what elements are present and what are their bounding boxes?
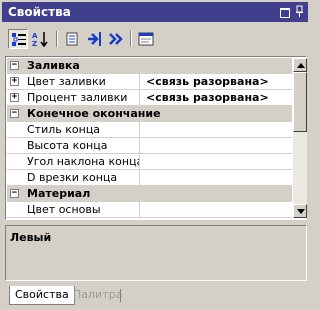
pin-icon[interactable] (293, 5, 306, 18)
category-label: Конечное окончание (27, 107, 161, 120)
category-row[interactable]: − Материал (7, 186, 292, 202)
property-name: Угол наклона конца (23, 154, 140, 169)
tab-palette[interactable]: Палитра (68, 286, 127, 304)
property-grid-rows: − Заливка + Цвет заливки <связь разорвана> + П… (7, 58, 292, 218)
property-name: Цвет заливки (23, 74, 140, 89)
panel-title: Свойства (8, 5, 71, 19)
toolbar: A Z (2, 23, 308, 53)
tab-separator (120, 289, 121, 302)
property-row[interactable]: D врезки конца (7, 170, 292, 186)
property-name: Цвет основы (23, 202, 140, 217)
property-value[interactable] (142, 138, 292, 153)
panel-title-bar[interactable]: Свойства (2, 2, 308, 22)
category-label: Заливка (27, 59, 80, 72)
scroll-thumb[interactable] (293, 72, 307, 132)
vertical-scrollbar[interactable] (293, 58, 307, 218)
category-row[interactable]: − Конечное окончание (7, 106, 292, 122)
property-value[interactable] (142, 122, 292, 137)
property-name: Процент заливки (23, 90, 140, 105)
property-row[interactable]: + Процент заливки <связь разорвана> (7, 90, 292, 106)
expand-plus-icon[interactable]: + (10, 93, 19, 102)
description-title: Левый (10, 231, 52, 244)
category-label: Материал (27, 187, 91, 200)
property-value[interactable] (142, 202, 292, 217)
svg-text:A: A (32, 32, 38, 40)
tab-properties[interactable]: Свойства (9, 286, 75, 305)
property-name: Высота конца (23, 138, 140, 153)
property-row[interactable]: + Цвет заливки <связь разорвана> (7, 74, 292, 90)
collapse-minus-icon[interactable]: − (10, 109, 19, 118)
toolbar-separator (56, 31, 58, 47)
property-value[interactable] (142, 154, 292, 169)
categorized-icon[interactable] (8, 29, 28, 49)
property-name: Стиль конца (23, 122, 140, 137)
category-row[interactable]: − Заливка (7, 58, 292, 74)
collapse-minus-icon[interactable]: − (10, 61, 19, 70)
property-value[interactable]: <связь разорвана> (142, 90, 292, 105)
property-name: D врезки конца (23, 170, 140, 185)
bottom-tabs: Свойства Палитра (5, 286, 307, 308)
scroll-down-button[interactable] (293, 204, 307, 218)
alphabetical-icon[interactable]: A Z (30, 29, 50, 49)
property-row[interactable]: Цвет основы (7, 202, 292, 218)
collapse-icon[interactable] (106, 29, 126, 49)
property-row[interactable]: Высота конца (7, 138, 292, 154)
property-value[interactable] (142, 170, 292, 185)
property-row[interactable]: Стиль конца (7, 122, 292, 138)
description-pane: Левый (5, 225, 307, 281)
property-row[interactable]: Угол наклона конца (7, 154, 292, 170)
scroll-up-button[interactable] (293, 58, 307, 72)
property-grid: − Заливка + Цвет заливки <связь разорвана> + П… (5, 56, 307, 220)
expand-icon[interactable] (84, 29, 104, 49)
toolbar-separator (130, 31, 132, 47)
expand-plus-icon[interactable]: + (10, 77, 19, 86)
description-icon[interactable] (136, 29, 156, 49)
collapse-minus-icon[interactable]: − (10, 189, 19, 198)
property-value[interactable]: <связь разорвана> (142, 74, 292, 89)
svg-text:Z: Z (32, 40, 37, 47)
property-pages-icon[interactable] (62, 29, 82, 49)
float-window-icon[interactable] (278, 5, 291, 18)
